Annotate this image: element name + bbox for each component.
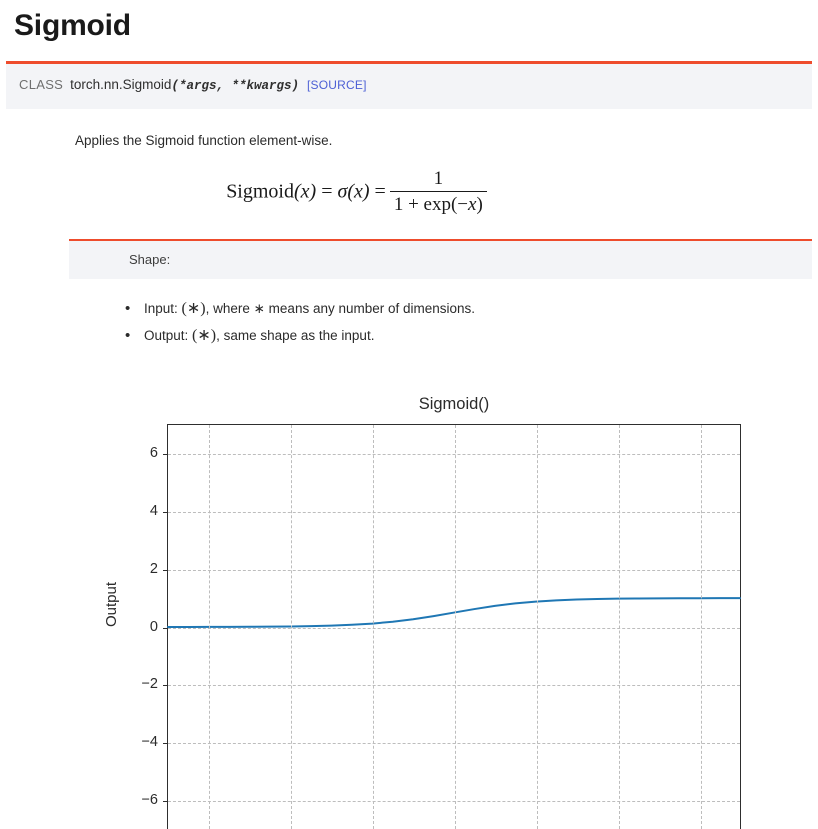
list-item: Input: (∗), where ∗ means any number of … bbox=[125, 295, 818, 322]
class-signature-block: CLASS torch.nn.Sigmoid(*args, **kwargs) [S… bbox=[6, 61, 812, 109]
formula-sigma-arg: (x) bbox=[347, 180, 370, 203]
formula-equals-1: = bbox=[321, 180, 333, 203]
ytick-mark bbox=[163, 569, 168, 571]
ytick-label: −4 bbox=[141, 734, 158, 751]
sigmoid-plot: Sigmoid() Output 6 4 2 0 −2 −4 −6 bbox=[0, 380, 818, 829]
signature-open-paren: ( bbox=[171, 79, 179, 93]
formula-denominator-prefix: 1 + exp(− bbox=[393, 194, 469, 215]
source-link[interactable]: [SOURCE] bbox=[307, 78, 367, 92]
chart-axes bbox=[163, 424, 741, 829]
ytick-mark bbox=[163, 453, 168, 455]
shape-input-rest: , where ∗ means any number of dimensions… bbox=[205, 301, 476, 316]
chart-ylabel: Output bbox=[103, 581, 120, 627]
ytick-label: −6 bbox=[141, 792, 158, 809]
chart-series-line bbox=[168, 598, 740, 627]
chart-title: Sigmoid() bbox=[418, 395, 490, 413]
shape-output-symbol: (∗) bbox=[192, 327, 217, 344]
gridline-horizontal bbox=[168, 511, 740, 513]
class-qualified-name: torch.nn.Sigmoid bbox=[70, 77, 172, 92]
ytick-label: 6 bbox=[149, 444, 158, 461]
shape-input-label: Input: bbox=[144, 301, 182, 316]
shape-input-symbol: (∗) bbox=[181, 300, 206, 317]
shape-heading: Shape: bbox=[129, 252, 171, 267]
ytick-label: 0 bbox=[149, 618, 158, 635]
class-signature-line: CLASS torch.nn.Sigmoid(*args, **kwargs) [S… bbox=[6, 76, 812, 95]
formula-container: Sigmoid(x) = σ(x) = 1 1 + exp(−x) bbox=[75, 168, 818, 227]
class-keyword: CLASS bbox=[19, 77, 64, 92]
shape-output-label: Output: bbox=[144, 328, 193, 343]
page-title: Sigmoid bbox=[14, 9, 131, 42]
doc-body: Applies the Sigmoid function element-wis… bbox=[0, 131, 818, 227]
shape-list: Input: (∗), where ∗ means any number of … bbox=[0, 295, 818, 349]
formula-lhs-name: Sigmoid bbox=[226, 180, 294, 203]
ytick-mark bbox=[163, 801, 168, 803]
formula-numerator: 1 bbox=[389, 168, 487, 192]
formula-denominator: 1 + exp(−x) bbox=[390, 192, 487, 216]
sigmoid-formula: Sigmoid(x) = σ(x) = 1 1 + exp(−x) bbox=[226, 168, 487, 217]
ytick-mark bbox=[163, 511, 168, 513]
signature-params: *args, **kwargs bbox=[178, 79, 292, 93]
ytick-mark bbox=[163, 627, 168, 629]
gridline-horizontal bbox=[168, 569, 740, 571]
formula-denominator-suffix: ) bbox=[476, 194, 483, 215]
shape-heading-band: Shape: bbox=[69, 239, 812, 279]
shape-output-rest: , same shape as the input. bbox=[216, 328, 375, 343]
gridline-horizontal bbox=[168, 743, 740, 745]
list-item: Output: (∗), same shape as the input. bbox=[125, 322, 818, 349]
formula-fraction: 11 + exp(−x) bbox=[389, 168, 487, 216]
gridline-horizontal bbox=[168, 801, 740, 803]
gridline-horizontal bbox=[168, 453, 740, 455]
description-text: Applies the Sigmoid function element-wis… bbox=[75, 133, 333, 148]
formula-equals-2: = bbox=[374, 180, 386, 203]
ytick-mark bbox=[163, 685, 168, 687]
ytick-label: 2 bbox=[149, 560, 158, 577]
formula-sigma: σ bbox=[337, 180, 348, 203]
formula-lhs-arg: (x) bbox=[293, 180, 317, 203]
signature-close-paren: ) bbox=[291, 79, 300, 93]
ytick-mark bbox=[163, 743, 168, 745]
ytick-label: −2 bbox=[141, 676, 158, 693]
gridline-horizontal bbox=[168, 627, 740, 629]
gridline-horizontal bbox=[168, 685, 740, 687]
ytick-label: 4 bbox=[149, 502, 158, 519]
